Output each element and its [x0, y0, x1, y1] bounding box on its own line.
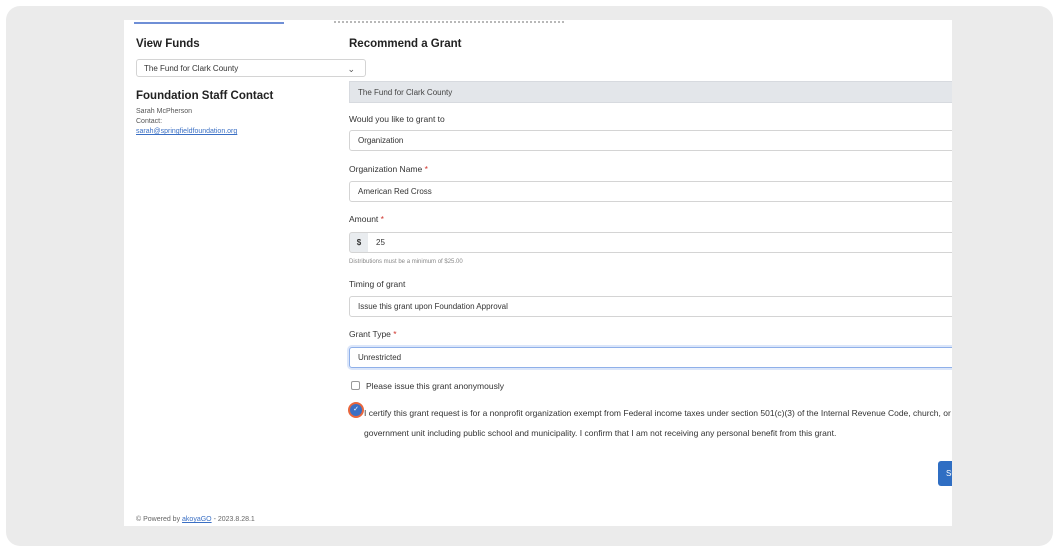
amount-label: Amount *: [349, 214, 384, 224]
certify-checkbox[interactable]: ✓: [348, 402, 364, 418]
staff-name: Sarah McPherson: [136, 108, 193, 115]
required-marker: *: [380, 214, 384, 224]
submit-button[interactable]: Submit: [938, 461, 952, 486]
grant-page: View Funds The Fund for Clark County ⌄ F…: [124, 20, 952, 526]
timing-select[interactable]: Issue this grant upon Foundation Approva…: [349, 296, 952, 317]
amount-hint: Distributions must be a minimum of $25.0…: [349, 259, 463, 265]
chevron-down-icon: ⌄: [347, 64, 355, 74]
amount-input-group: $ 25: [349, 232, 952, 253]
view-funds-title: View Funds: [136, 38, 200, 50]
grant-type-select[interactable]: Unrestricted: [349, 347, 952, 368]
screenshot-frame: View Funds The Fund for Clark County ⌄ F…: [6, 6, 1053, 546]
grant-to-label: Would you like to grant to: [349, 114, 445, 124]
anonymous-label: Please issue this grant anonymously: [366, 381, 504, 391]
grant-to-select[interactable]: Organization: [349, 130, 952, 151]
required-marker: *: [393, 329, 397, 339]
check-icon: ✓: [353, 406, 359, 413]
org-name-input[interactable]: American Red Cross: [349, 181, 952, 202]
staff-email-link[interactable]: sarah@springfieldfoundation.org: [136, 128, 237, 135]
certify-text: I certify this grant request is for a no…: [364, 408, 951, 438]
page-title: Recommend a Grant: [349, 38, 462, 50]
anonymous-checkbox[interactable]: [351, 381, 360, 390]
staff-contact-title: Foundation Staff Contact: [136, 90, 274, 102]
currency-addon: $: [349, 232, 369, 253]
required-marker: *: [424, 164, 428, 174]
fund-banner: The Fund for Clark County: [349, 81, 952, 103]
fund-select-value: The Fund for Clark County: [144, 64, 239, 73]
amount-input[interactable]: 25: [368, 232, 952, 253]
truncated-header-line: [134, 20, 604, 26]
timing-label: Timing of grant: [349, 279, 406, 289]
grant-type-label: Grant Type *: [349, 329, 397, 339]
fund-select[interactable]: The Fund for Clark County ⌄: [136, 59, 366, 77]
staff-contact-label: Contact:: [136, 118, 163, 125]
org-name-label: Organization Name *: [349, 164, 428, 174]
